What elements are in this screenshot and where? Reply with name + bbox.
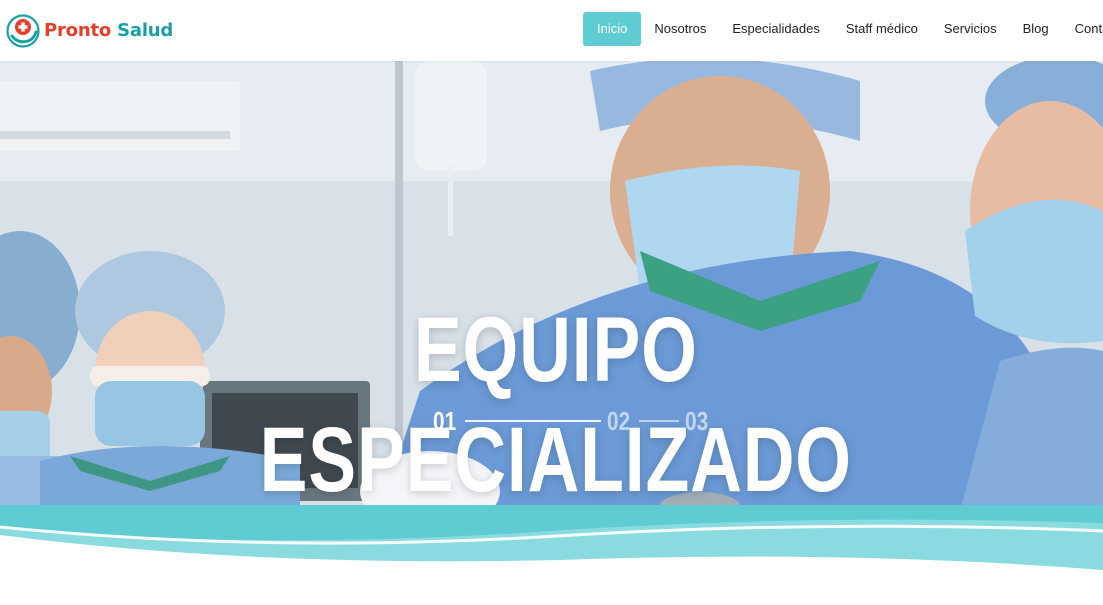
brand-name-part2: Salud xyxy=(117,20,174,41)
slide-progress-line xyxy=(465,420,601,422)
slide-indicator-02[interactable]: 02 xyxy=(607,406,630,437)
brand-name-part1: Pronto xyxy=(44,20,112,41)
nav-item-staff-medico[interactable]: Staff médico xyxy=(833,12,931,46)
nav-item-especialidades[interactable]: Especialidades xyxy=(719,12,832,46)
nav-item-contacto[interactable]: Conta xyxy=(1062,12,1103,46)
slide-indicator-03[interactable]: 03 xyxy=(685,406,708,437)
nav-item-blog[interactable]: Blog xyxy=(1010,12,1062,46)
nav-item-nosotros[interactable]: Nosotros xyxy=(641,12,719,46)
site-header: Pronto Salud Inicio Nosotros Especialida… xyxy=(0,0,1103,61)
nav-item-inicio[interactable]: Inicio xyxy=(583,12,642,46)
decorative-wave xyxy=(0,505,1103,570)
slide-divider-line xyxy=(639,420,679,422)
hero-title: EQUIPO ESPECIALIZADO xyxy=(259,298,852,511)
medical-cross-hand-icon xyxy=(6,14,40,48)
hero-slider: EQUIPO ESPECIALIZADO 01 02 03 xyxy=(0,61,1103,511)
brand-name: Pronto Salud xyxy=(44,14,173,48)
nav-item-servicios[interactable]: Servicios xyxy=(931,12,1010,46)
brand-logo[interactable]: Pronto Salud xyxy=(6,14,173,48)
slide-pager: 01 02 03 xyxy=(433,404,713,438)
slide-indicator-01[interactable]: 01 xyxy=(433,406,456,437)
main-nav: Inicio Nosotros Especialidades Staff méd… xyxy=(583,12,1103,46)
